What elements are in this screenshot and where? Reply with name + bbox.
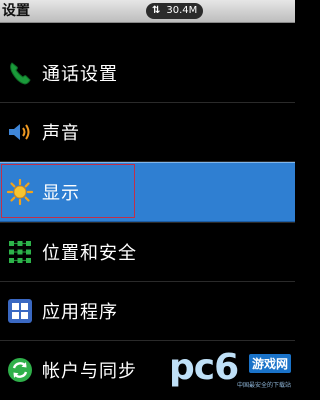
- menu-item-label: 声音: [42, 123, 80, 144]
- speaker-icon: [6, 118, 34, 146]
- watermark-tag: 游戏网: [248, 354, 291, 373]
- menu-item-applications[interactable]: 应用程序: [0, 282, 295, 340]
- apps-icon: [6, 297, 34, 325]
- menu-item-label: 应用程序: [42, 302, 118, 323]
- menu-item-call-settings[interactable]: 通话设置: [0, 44, 295, 102]
- menu-item-label: 通话设置: [42, 64, 118, 85]
- menu-item-display[interactable]: 显示: [0, 162, 295, 222]
- network-speed-indicator: ⇅ 30.4M: [146, 3, 204, 19]
- site-watermark: pc6 游戏网 中国最安全的下载站: [169, 350, 291, 392]
- sync-icon: [6, 356, 34, 384]
- menu-item-label: 位置和安全: [42, 243, 137, 264]
- menu-item-label: 帐户与同步: [42, 361, 137, 382]
- transfer-arrows-icon: ⇅: [152, 5, 161, 16]
- grid-location-icon: [6, 238, 34, 266]
- menu-item-sound[interactable]: 声音: [0, 103, 295, 161]
- settings-menu: 通话设置 声音 显示 位置和安全 应用程序 帐户与同步: [0, 44, 295, 399]
- watermark-brand: pc6: [169, 347, 239, 388]
- phone-icon: [6, 59, 34, 87]
- menu-item-location-security[interactable]: 位置和安全: [0, 223, 295, 281]
- status-bar: 设置 ⇅ 30.4M: [0, 0, 295, 23]
- watermark-subtitle: 中国最安全的下载站: [236, 382, 291, 389]
- network-speed-value: 30.4M: [166, 5, 198, 16]
- selection-highlight: [1, 164, 135, 218]
- status-title: 设置: [2, 3, 30, 19]
